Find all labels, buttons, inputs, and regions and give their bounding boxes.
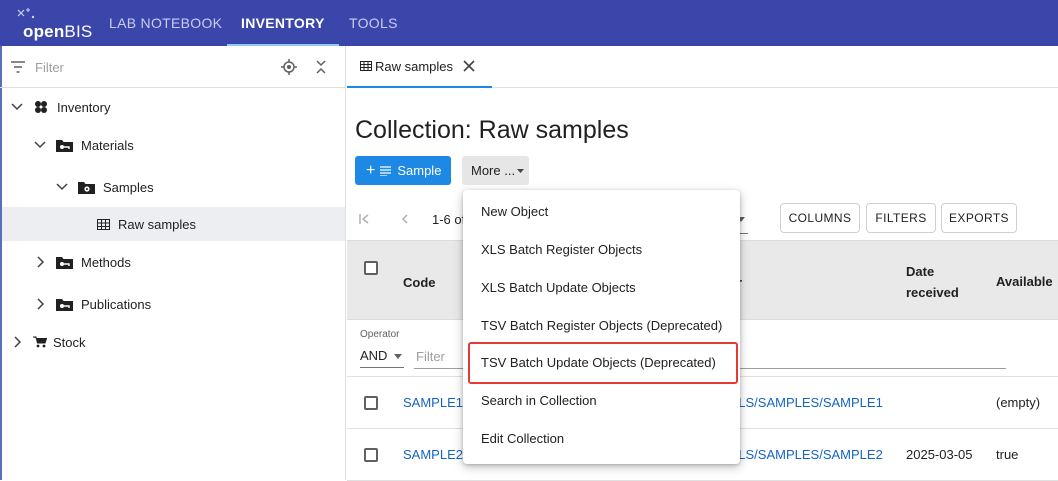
grid-filter-input[interactable]: Filter (416, 349, 445, 364)
nav-tools[interactable]: TOOLS (335, 0, 412, 46)
folder-key-icon (56, 139, 73, 152)
header-available[interactable]: Available (996, 274, 1053, 289)
operator-label: Operator (360, 329, 400, 340)
locate-icon[interactable] (281, 59, 297, 75)
header-date-line1[interactable]: Date (906, 264, 934, 279)
add-sample-label: Sample (397, 163, 442, 178)
tree-label-raw-samples: Raw samples (118, 216, 197, 232)
tree-label-samples: Samples (103, 179, 154, 195)
collapse-all-icon[interactable] (316, 60, 326, 74)
tree-label-stock: Stock (53, 334, 86, 350)
menu-item-xls-batch-update[interactable]: XLS Batch Update Objects (463, 269, 740, 307)
row-path-link[interactable]: IALS/SAMPLES/SAMPLE1 (726, 395, 883, 410)
more-button[interactable]: More ... (462, 156, 529, 185)
add-sample-button[interactable]: + Sample (355, 156, 451, 185)
filter-icon (11, 61, 25, 73)
more-dropdown-menu: New Object XLS Batch Register Objects XL… (463, 190, 740, 464)
inventory-icon (35, 101, 47, 113)
menu-item-new-object[interactable]: New Object (463, 193, 740, 231)
header-code[interactable]: Code (403, 275, 436, 290)
nav-lab-notebook[interactable]: LAB NOTEBOOK (95, 0, 236, 46)
operator-select[interactable]: AND (360, 348, 404, 368)
page-range: 1-6 of (432, 212, 466, 227)
tree-label-materials: Materials (81, 137, 134, 153)
chevron-right-icon[interactable] (33, 255, 47, 269)
tree-item-raw-samples[interactable]: Raw samples (2, 207, 345, 241)
row-date: 2025-03-05 (906, 447, 973, 462)
cart-icon (33, 336, 47, 348)
tab-raw-samples[interactable]: Raw samples (347, 46, 492, 88)
operator-value: AND (360, 348, 388, 363)
tree-item-stock[interactable]: Stock (10, 325, 86, 359)
row-checkbox[interactable] (364, 448, 378, 462)
sidebar: Filter Inventory Materials Samples Raw s… (0, 46, 346, 480)
tree-label-inventory: Inventory (57, 99, 111, 115)
logo-text-bold: open (23, 22, 65, 41)
sidebar-filter-row: Filter (0, 46, 346, 88)
prev-page-icon[interactable] (401, 214, 409, 224)
caret-down-icon (517, 168, 525, 173)
folder-key-icon (56, 298, 73, 311)
header-date-line2[interactable]: received (906, 285, 959, 300)
chevron-down-icon[interactable] (10, 100, 24, 114)
chevron-down-icon[interactable] (55, 180, 69, 194)
tree-item-samples[interactable]: Samples (55, 170, 154, 204)
tree-item-materials[interactable]: Materials (33, 128, 134, 162)
highlight-box (468, 342, 738, 384)
list-icon (380, 165, 392, 176)
more-label: More ... (471, 163, 516, 178)
plus-icon: + (366, 161, 376, 179)
row-available: (empty) (996, 395, 1041, 410)
nav-inventory[interactable]: INVENTORY (227, 0, 339, 46)
tab-label: Raw samples (375, 59, 454, 74)
filters-button[interactable]: FILTERS (866, 203, 936, 233)
columns-button[interactable]: COLUMNS (780, 203, 860, 233)
tree-item-methods[interactable]: Methods (33, 245, 131, 279)
row-checkbox[interactable] (364, 396, 378, 410)
first-page-icon[interactable] (359, 214, 370, 224)
tab-bar: Raw samples (347, 46, 1058, 88)
sidebar-filter-input[interactable]: Filter (35, 60, 64, 75)
chevron-right-icon[interactable] (10, 335, 24, 349)
row-code-link[interactable]: SAMPLE1 (403, 395, 463, 410)
menu-item-search-in-collection[interactable]: Search in Collection (463, 382, 740, 420)
folder-key-icon (56, 256, 73, 269)
select-all-checkbox[interactable] (364, 261, 378, 275)
tree-item-inventory[interactable]: Inventory (10, 90, 110, 124)
logo-text-rest: BIS (64, 22, 93, 41)
top-app-bar: openBIS LAB NOTEBOOK INVENTORY TOOLS (0, 0, 1058, 46)
menu-item-xls-batch-register[interactable]: XLS Batch Register Objects (463, 231, 740, 269)
tree-item-publications[interactable]: Publications (33, 287, 151, 321)
table-icon (97, 218, 110, 230)
exports-button[interactable]: EXPORTS (941, 203, 1017, 233)
openbis-logo[interactable]: openBIS (14, 8, 94, 41)
row-available: true (996, 447, 1019, 462)
chevron-down-icon[interactable] (33, 138, 47, 152)
close-icon[interactable] (463, 60, 475, 72)
tree-label-publications: Publications (81, 296, 152, 312)
row-code-link[interactable]: SAMPLE2 (403, 447, 463, 462)
caret-down-icon (394, 354, 402, 359)
menu-item-tsv-batch-register[interactable]: TSV Batch Register Objects (Deprecated) (463, 307, 740, 345)
page-title: Collection: Raw samples (355, 116, 629, 144)
tree-label-methods: Methods (81, 254, 131, 270)
chevron-right-icon[interactable] (33, 297, 47, 311)
sidebar-edge (0, 46, 2, 480)
table-icon (360, 61, 372, 71)
folder-gear-icon (78, 181, 95, 194)
menu-item-edit-collection[interactable]: Edit Collection (463, 420, 740, 458)
row-path-link[interactable]: IALS/SAMPLES/SAMPLE2 (726, 447, 883, 462)
